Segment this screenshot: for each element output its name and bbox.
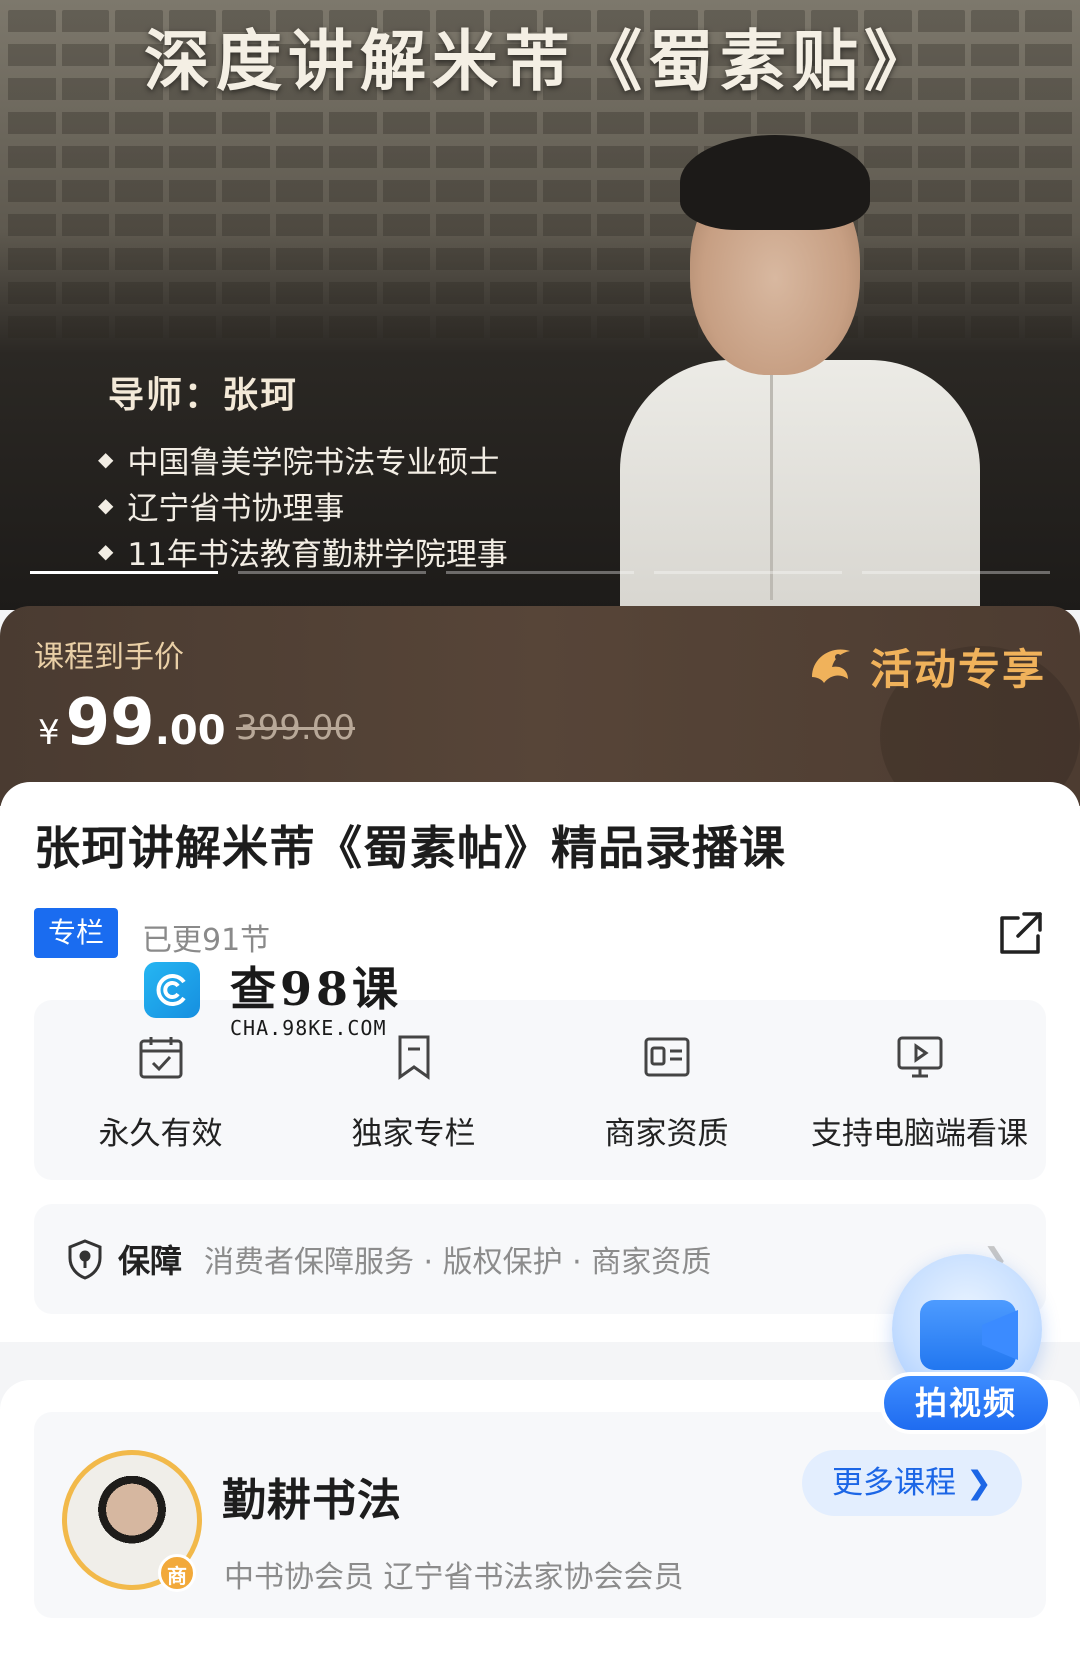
monitor-play-icon — [897, 1036, 942, 1078]
feature-label: 永久有效 — [98, 1116, 223, 1152]
price-section: 课程到手价 ¥ 99 .00 399.00 活动专享 — [0, 606, 1080, 806]
carousel-dot[interactable] — [446, 571, 634, 574]
credential-item: 11年书法教育勤耕学院理事 — [98, 528, 507, 574]
chevron-right-icon: ❯ — [966, 1465, 992, 1501]
feature-label: 支持电脑端看课 — [811, 1116, 1028, 1152]
watermark-subtitle: CHA.98KE.COM — [230, 1016, 387, 1040]
mentor-credentials: 中国鲁美学院书法专业硕士 辽宁省书协理事 11年书法教育勤耕学院理事 — [98, 436, 508, 574]
watermark-logo-icon — [144, 962, 200, 1018]
currency-symbol: ¥ — [38, 713, 60, 753]
id-card-icon — [644, 1037, 689, 1077]
shield-icon — [68, 1239, 102, 1280]
credential-item: 辽宁省书协理事 — [98, 482, 508, 528]
bookmark-icon — [398, 1035, 429, 1080]
column-tag: 专栏 — [34, 908, 119, 958]
share-icon[interactable] — [996, 908, 1046, 956]
carousel-dot[interactable] — [862, 571, 1050, 574]
feature-label: 独家专栏 — [351, 1116, 476, 1152]
credential-item: 中国鲁美学院书法专业硕士 — [98, 436, 508, 482]
merchant-badge: 商 — [158, 1554, 196, 1592]
carousel-indicator — [30, 571, 1050, 574]
shop-description: 中书协会员 辽宁省书法家协会会员 — [224, 1560, 684, 1595]
shoot-video-float-button[interactable]: 拍视频 — [880, 1254, 1052, 1434]
promo-badge: 活动专享 — [802, 636, 1046, 697]
guarantee-items: 消费者保障服务 · 版权保护 · 商家资质 — [204, 1245, 712, 1280]
carousel-dot[interactable] — [238, 571, 426, 574]
feature-label: 商家资质 — [604, 1116, 729, 1152]
more-courses-label: 更多课程 — [832, 1465, 957, 1501]
shop-info[interactable]: 商 勤耕书法 中书协会员 辽宁省书法家协会会员 更多课程 ❯ — [34, 1412, 1046, 1618]
hero-title: 深度讲解米芾《蜀素贴》 — [144, 22, 936, 100]
feature-qualification[interactable]: 商家资质 — [540, 1000, 793, 1180]
price-integer: 99 — [65, 686, 155, 760]
watermark: 查98课 CHA.98KE.COM — [144, 962, 402, 1040]
carousel-dot-active[interactable] — [30, 571, 218, 574]
dolphin-logo-icon — [811, 648, 850, 683]
hero-banner[interactable]: 深度讲解米芾《蜀素贴》 导师：张珂 中国鲁美学院书法专业硕士 辽宁省书协理事 1… — [0, 0, 1080, 610]
current-price: ¥ 99 .00 — [38, 686, 226, 760]
guarantee-title: 保障 — [118, 1242, 183, 1280]
price-label: 课程到手价 — [34, 640, 184, 675]
calendar-check-icon — [139, 1037, 182, 1079]
mentor-name: 导师：张珂 — [108, 375, 299, 416]
mentor-photo — [620, 135, 980, 610]
feature-desktop[interactable]: 支持电脑端看课 — [793, 1000, 1046, 1180]
price-decimal: .00 — [154, 708, 226, 754]
original-price: 399.00 — [236, 708, 355, 748]
carousel-dot[interactable] — [654, 571, 842, 574]
course-title: 张珂讲解米芾《蜀素帖》精品录播课 — [34, 821, 786, 875]
shop-name: 勤耕书法 — [222, 1475, 402, 1526]
shoot-video-label: 拍视频 — [880, 1372, 1052, 1434]
more-courses-button[interactable]: 更多课程 ❯ — [802, 1450, 1022, 1516]
watermark-title: 查98课 — [230, 962, 403, 1016]
update-count: 已更91节 — [142, 923, 271, 958]
promo-label: 活动专享 — [869, 645, 1046, 694]
